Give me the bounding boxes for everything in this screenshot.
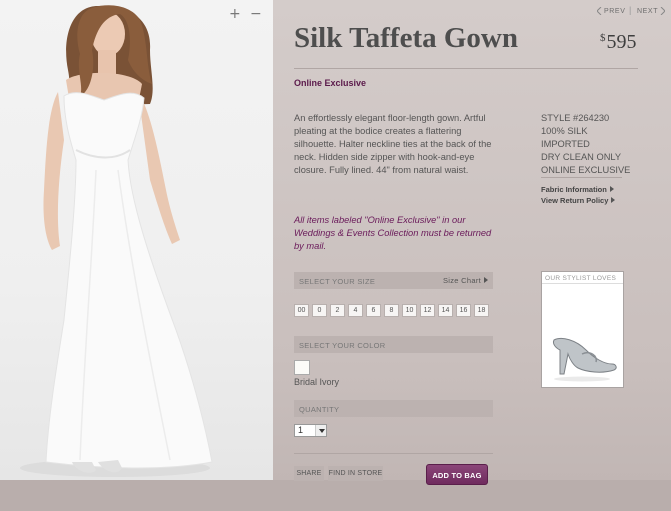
spec-style: STYLE #264230	[541, 113, 610, 123]
selected-color-name: Bridal Ivory	[294, 377, 340, 387]
product-description: An effortlessly elegant floor-length gow…	[294, 113, 492, 175]
chevron-down-icon	[315, 425, 326, 436]
next-label: NEXT	[637, 7, 659, 15]
size-option[interactable]: 8	[384, 304, 399, 317]
stylist-label: OUR STYLIST LOVES	[542, 272, 623, 284]
shoe-image	[553, 337, 617, 382]
return-notice: All items labeled "Online Exclusive" in …	[294, 215, 492, 251]
return-policy-link[interactable]: View Return Policy	[541, 195, 616, 206]
divider	[541, 177, 622, 178]
quantity-select[interactable]: 1	[294, 424, 327, 437]
info-links: Fabric Information View Return Policy	[541, 184, 616, 206]
size-chart-link[interactable]: Size Chart	[443, 276, 488, 285]
size-option[interactable]: 0	[312, 304, 327, 317]
quantity-section-header: QUANTITY	[294, 400, 493, 417]
prev-link[interactable]: PREV	[597, 7, 625, 15]
color-swatch[interactable]	[294, 360, 310, 375]
return-policy-label: View Return Policy	[541, 196, 609, 205]
chevron-left-icon	[597, 7, 602, 15]
spec-exclusive: ONLINE EXCLUSIVE	[541, 165, 631, 175]
arrow-right-icon	[611, 197, 616, 203]
spec-care: DRY CLEAN ONLY	[541, 152, 622, 162]
divider	[294, 453, 493, 454]
next-link[interactable]: NEXT	[637, 7, 666, 15]
product-specs: STYLE #264230 100% SILK IMPORTED DRY CLE…	[541, 112, 630, 177]
size-chart-label: Size Chart	[442, 276, 481, 285]
find-in-store-button[interactable]: FIND IN STORE	[328, 466, 383, 481]
product-title: Silk Taffeta Gown	[294, 22, 518, 54]
online-exclusive-badge: Online Exclusive	[294, 78, 367, 88]
size-section-label: SELECT YOUR SIZE	[299, 277, 376, 286]
divider	[294, 68, 638, 69]
fabric-information-link[interactable]: Fabric Information	[541, 184, 615, 195]
size-option[interactable]: 18	[474, 304, 489, 317]
quantity-section-label: QUANTITY	[299, 405, 340, 414]
zoom-out-button[interactable]: −	[250, 6, 262, 22]
stylist-recommendation[interactable]: OUR STYLIST LOVES	[541, 271, 624, 388]
nav-divider: |	[629, 5, 632, 15]
prev-label: PREV	[604, 7, 626, 15]
size-section-header: SELECT YOUR SIZE Size Chart	[294, 272, 493, 289]
fabric-information-label: Fabric Information	[541, 185, 607, 194]
spec-origin: IMPORTED	[541, 139, 590, 149]
size-option[interactable]: 10	[402, 304, 417, 317]
product-price: $595	[600, 31, 637, 54]
footer-band	[0, 480, 671, 511]
size-options: 00 0 2 4 6 8 10 12 14 16 18	[294, 304, 489, 317]
add-to-bag-button[interactable]: ADD TO BAG	[426, 464, 488, 485]
color-section-label: SELECT YOUR COLOR	[299, 341, 386, 350]
share-button[interactable]: SHARE	[294, 466, 324, 481]
size-option[interactable]: 6	[366, 304, 381, 317]
price-currency: $	[600, 32, 606, 44]
arrow-right-icon	[609, 186, 614, 192]
quantity-value: 1	[298, 425, 304, 435]
zoom-in-button[interactable]: +	[229, 6, 241, 22]
size-option[interactable]: 16	[456, 304, 471, 317]
model-illustration	[20, 5, 213, 477]
size-option[interactable]: 4	[348, 304, 363, 317]
size-option[interactable]: 12	[420, 304, 435, 317]
size-option[interactable]: 2	[330, 304, 345, 317]
chevron-right-icon	[660, 7, 666, 15]
product-photo[interactable]: + −	[0, 0, 273, 480]
arrow-right-icon	[484, 277, 488, 283]
size-option[interactable]: 14	[438, 304, 453, 317]
size-option[interactable]: 00	[294, 304, 309, 317]
color-section-header: SELECT YOUR COLOR	[294, 336, 493, 353]
spec-material: 100% SILK	[541, 126, 588, 136]
price-value: 595	[606, 31, 637, 53]
